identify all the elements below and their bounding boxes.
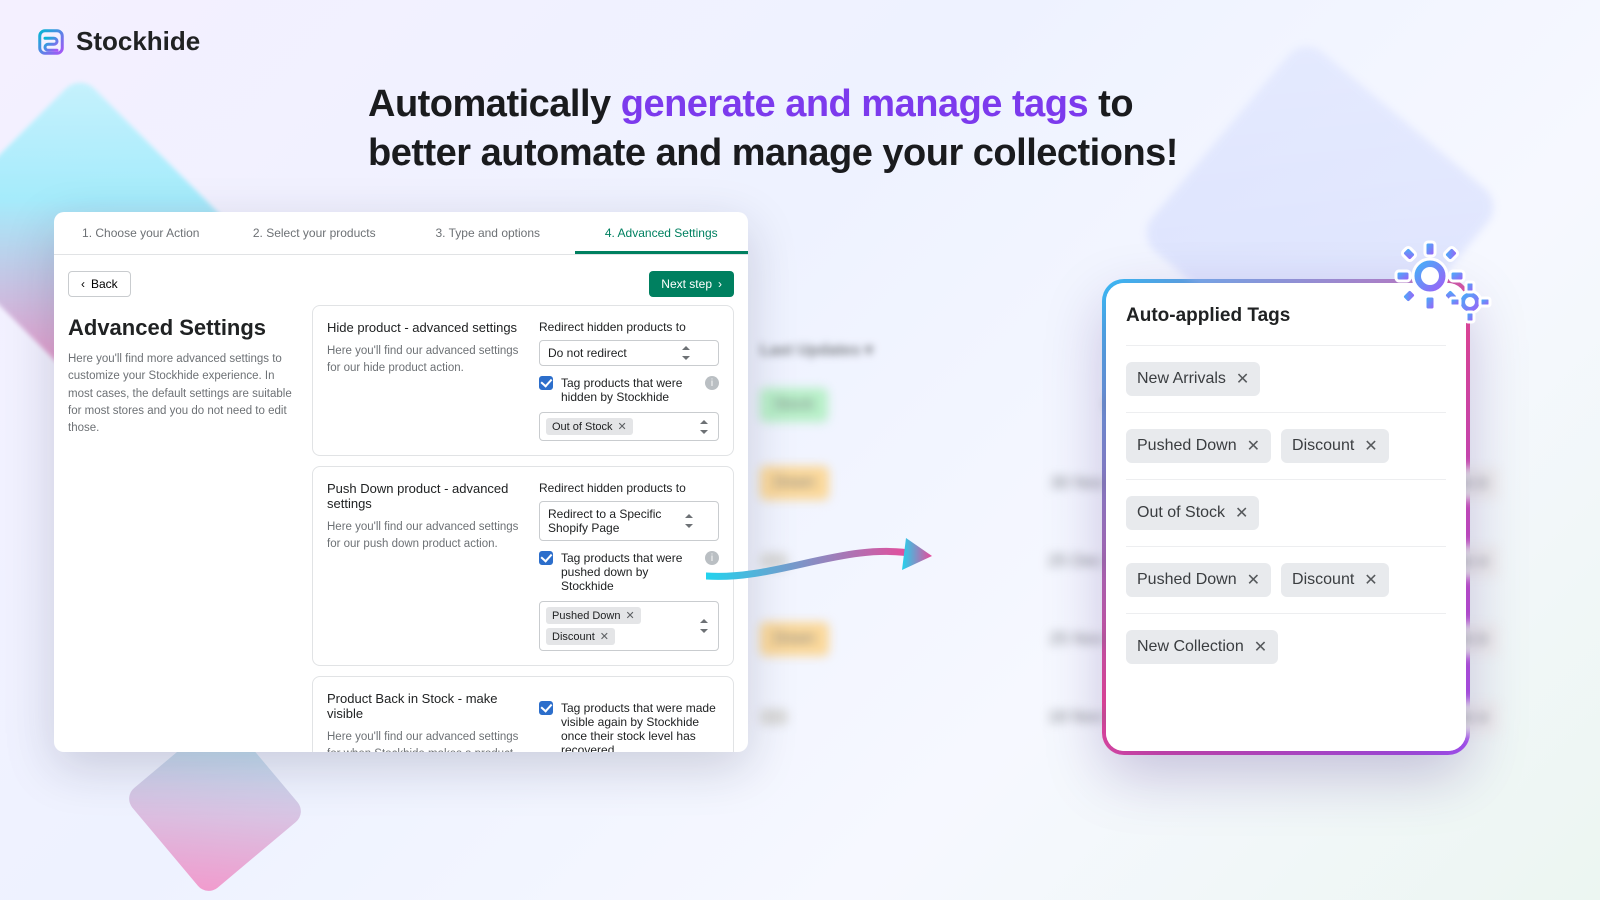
card-title: Product Back in Stock - make visible — [327, 691, 523, 721]
auto-tag-chip: New Collection ✕ — [1126, 630, 1278, 664]
card-desc: Here you'll find our advanced settings f… — [327, 343, 523, 378]
tabs: 1. Choose your Action2. Select your prod… — [54, 212, 748, 255]
redirect-select[interactable]: Do not redirect — [539, 340, 719, 366]
next-step-button[interactable]: Next step › — [649, 271, 734, 297]
back-button[interactable]: ‹ Back — [68, 271, 131, 297]
close-icon[interactable]: ✕ — [1235, 503, 1248, 523]
panel-title: Advanced Settings — [68, 315, 298, 341]
select-caret-icon — [685, 514, 692, 528]
tag-chipbox[interactable]: Out of Stock ✕ — [539, 412, 719, 441]
auto-tag-chip: Pushed Down ✕ — [1126, 563, 1271, 597]
settings-card: Push Down product - advanced settings Her… — [312, 466, 734, 666]
hero-highlight: generate and manage tags — [621, 83, 1088, 125]
hero-pre: Automatically — [368, 83, 621, 125]
select-caret-icon — [700, 420, 710, 434]
auto-tag-row: New Collection ✕ — [1126, 613, 1446, 680]
tab-step-1[interactable]: 1. Choose your Action — [54, 212, 228, 254]
info-icon[interactable]: i — [705, 376, 719, 390]
close-icon[interactable]: ✕ — [1247, 570, 1260, 590]
brand-logo: Stockhide — [36, 26, 200, 57]
auto-tag-chip: New Arrivals ✕ — [1126, 362, 1260, 396]
close-icon[interactable]: ✕ — [1236, 369, 1249, 389]
redirect-label: Redirect hidden products to — [539, 481, 719, 495]
auto-tag-chip: Discount ✕ — [1281, 429, 1389, 463]
close-icon[interactable]: ✕ — [1364, 570, 1377, 590]
auto-tag-row: Pushed Down ✕ Discount ✕ — [1126, 412, 1446, 479]
auto-tag-chip: Discount ✕ — [1281, 563, 1389, 597]
brand-name: Stockhide — [76, 26, 200, 57]
settings-panel: 1. Choose your Action2. Select your prod… — [54, 212, 748, 752]
tab-step-3[interactable]: 3. Type and options — [401, 212, 575, 254]
tab-step-4[interactable]: 4. Advanced Settings — [575, 212, 749, 254]
tag-checkbox[interactable] — [539, 551, 553, 565]
redirect-select[interactable]: Redirect to a Specific Shopify Page — [539, 501, 719, 541]
next-label: Next step — [661, 277, 712, 291]
auto-tag-row: New Arrivals ✕ — [1126, 345, 1446, 412]
auto-tag-chip: Pushed Down ✕ — [1126, 429, 1271, 463]
tag-chip: Pushed Down ✕ — [546, 607, 641, 624]
panel-subtitle: Here you'll find more advanced settings … — [68, 351, 298, 437]
redirect-label: Redirect hidden products to — [539, 320, 719, 334]
select-caret-icon — [682, 346, 692, 360]
settings-card: Hide product - advanced settings Here you… — [312, 305, 734, 456]
tag-checkbox[interactable] — [539, 701, 553, 715]
auto-tags-panel: Auto-applied Tags New Arrivals ✕Pushed D… — [1106, 283, 1466, 751]
tab-step-2[interactable]: 2. Select your products — [228, 212, 402, 254]
card-desc: Here you'll find our advanced settings f… — [327, 729, 523, 752]
logo-icon — [36, 27, 66, 57]
chevron-left-icon: ‹ — [81, 277, 85, 291]
tag-chip: Discount ✕ — [546, 628, 615, 645]
gear-icon — [1392, 238, 1492, 328]
tag-checkbox[interactable] — [539, 376, 553, 390]
checkbox-label: Tag products that were pushed down by St… — [561, 551, 695, 593]
close-icon[interactable]: ✕ — [1254, 637, 1267, 657]
tag-chip: Out of Stock ✕ — [546, 418, 633, 435]
card-desc: Here you'll find our advanced settings f… — [327, 519, 523, 554]
close-icon[interactable]: ✕ — [1364, 436, 1377, 456]
tag-chipbox[interactable]: Pushed Down ✕ Discount ✕ — [539, 601, 719, 651]
chip-remove-icon[interactable]: ✕ — [626, 609, 635, 622]
select-caret-icon — [700, 619, 710, 633]
checkbox-label: Tag products that were made visible agai… — [561, 701, 719, 752]
arrow-icon — [706, 526, 946, 586]
auto-tag-row: Pushed Down ✕ Discount ✕ — [1126, 546, 1446, 613]
auto-tag-chip: Out of Stock ✕ — [1126, 496, 1259, 530]
chip-remove-icon[interactable]: ✕ — [600, 630, 609, 643]
card-title: Hide product - advanced settings — [327, 320, 523, 335]
back-label: Back — [91, 277, 118, 291]
hero-heading: Automatically generate and manage tags t… — [368, 80, 1238, 179]
auto-tag-row: Out of Stock ✕ — [1126, 479, 1446, 546]
checkbox-label: Tag products that were hidden by Stockhi… — [561, 376, 695, 404]
close-icon[interactable]: ✕ — [1247, 436, 1260, 456]
chip-remove-icon[interactable]: ✕ — [618, 420, 627, 433]
settings-card: Product Back in Stock - make visible Here… — [312, 676, 734, 752]
card-title: Push Down product - advanced settings — [327, 481, 523, 511]
chevron-right-icon: › — [718, 277, 722, 291]
